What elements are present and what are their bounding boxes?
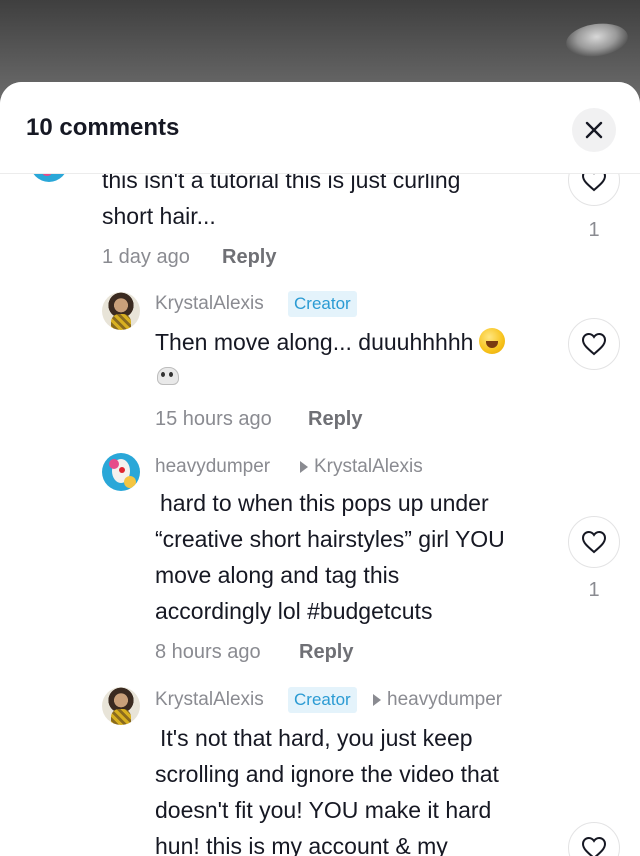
comments-sheet: 10 comments this isn't a tutorial this i… — [0, 82, 640, 856]
reply-button[interactable]: Reply — [222, 246, 276, 269]
like-button[interactable] — [568, 822, 620, 856]
comment-text-line: accordingly lol #budgetcuts — [155, 598, 433, 624]
comment-username[interactable]: KrystalAlexis — [155, 293, 264, 315]
skull-emoji-icon — [155, 366, 179, 390]
comment-list[interactable]: this isn't a tutorial this is just curli… — [0, 82, 640, 856]
reply-arrow-icon — [373, 694, 381, 706]
comment-username[interactable]: KrystalAlexis — [155, 689, 264, 711]
comment-text-line: “creative short hairstyles” girl YOU — [155, 526, 505, 552]
creator-badge: Creator — [288, 687, 357, 713]
creator-badge: Creator — [288, 291, 357, 317]
comments-count-title: 10 comments — [26, 114, 180, 141]
comment-timestamp: 15 hours ago — [155, 408, 272, 430]
close-icon — [585, 121, 603, 139]
reply-arrow-icon — [300, 461, 308, 473]
comment-text-line: doesn't fit you! YOU make it hard — [155, 797, 492, 823]
comment-text-line: Then move along... duuuhhhhh — [155, 324, 506, 360]
comment-text: Then move along... duuuhhhhh — [155, 329, 474, 355]
heart-icon — [581, 332, 607, 356]
like-button[interactable] — [568, 318, 620, 370]
like-count: 1 — [588, 579, 600, 601]
comment-username[interactable]: heavydumper — [155, 456, 270, 478]
rolling-laughing-emoji-icon — [479, 328, 506, 354]
avatar[interactable] — [102, 453, 140, 491]
comment-text-line: scrolling and ignore the video that — [155, 761, 499, 787]
reply-button[interactable]: Reply — [299, 641, 353, 664]
reply-to-username[interactable]: KrystalAlexis — [314, 456, 423, 478]
heart-icon — [581, 530, 607, 554]
comment-text-line: hard to when this pops up under — [160, 490, 489, 516]
like-count: 1 — [588, 219, 600, 241]
reply-button[interactable]: Reply — [308, 408, 362, 431]
avatar[interactable] — [102, 292, 140, 330]
comment-text-line: short hair... — [102, 203, 216, 229]
comment-text-line: It's not that hard, you just keep — [160, 725, 473, 751]
comment-text-line: hun! this is my account & my — [155, 833, 448, 856]
comments-header: 10 comments — [0, 82, 640, 174]
avatar[interactable] — [102, 687, 140, 725]
comment-timestamp: 1 day ago — [102, 246, 190, 268]
comment-text-line — [155, 360, 179, 396]
comment-timestamp: 8 hours ago — [155, 641, 261, 663]
comment-text-line: move along and tag this — [155, 562, 400, 588]
like-button[interactable] — [568, 516, 620, 568]
heart-icon — [581, 836, 607, 856]
close-button[interactable] — [572, 108, 616, 152]
reply-to-username[interactable]: heavydumper — [387, 689, 502, 711]
